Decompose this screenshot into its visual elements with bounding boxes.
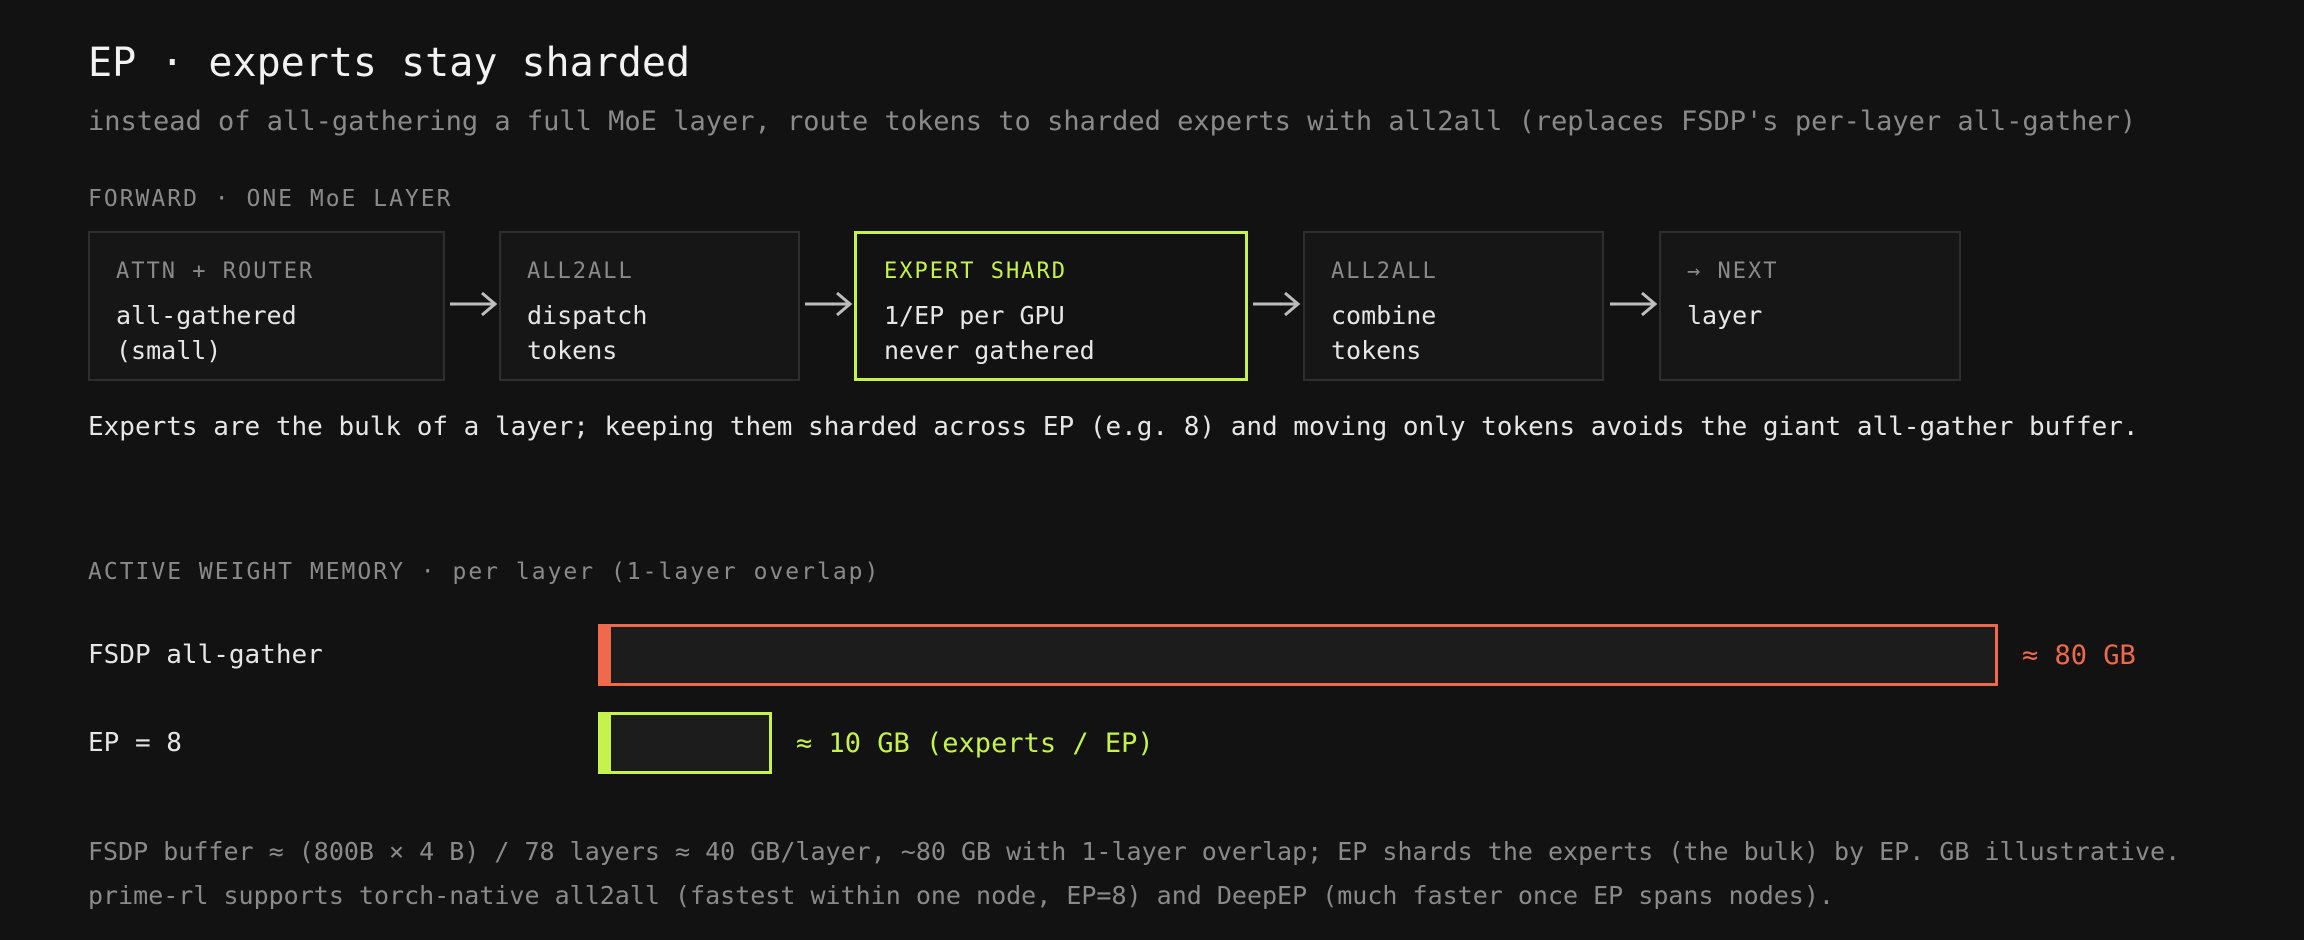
flow-step-expert-shard: EXPERT SHARD 1/EP per GPU never gathered xyxy=(854,231,1248,381)
flow-step-all2all-combine: ALL2ALL combine tokens xyxy=(1303,231,1604,381)
memory-bar-ep xyxy=(598,712,772,774)
flow-step-heading: EXPERT SHARD xyxy=(884,259,1067,284)
flow-step-attn-router: ATTN + ROUTER all-gathered (small) xyxy=(88,231,445,381)
memory-bar-stripe xyxy=(601,715,611,771)
arrow-right-icon xyxy=(1253,291,1301,317)
memory-section-label: ACTIVE WEIGHT MEMORY · per layer (1-laye… xyxy=(88,559,881,585)
memory-bar-fsdp xyxy=(598,624,1998,686)
page-subtitle: instead of all-gathering a full MoE laye… xyxy=(88,106,2137,137)
flow-step-body: 1/EP per GPU never gathered xyxy=(884,301,1095,365)
memory-value-fsdp: ≈ 80 GB xyxy=(2022,640,2136,671)
flow-step-body: all-gathered (small) xyxy=(116,301,297,365)
flow-step-body: dispatch tokens xyxy=(527,301,648,365)
footnote-line-2: prime-rl supports torch-native all2all (… xyxy=(88,881,1834,910)
memory-bar-stripe xyxy=(601,627,611,683)
flow-step-heading: ALL2ALL xyxy=(527,259,634,284)
forward-explanation: Experts are the bulk of a layer; keeping… xyxy=(88,412,2139,442)
flow-step-body: layer xyxy=(1687,301,1763,330)
flow-step-heading: → NEXT xyxy=(1687,259,1779,284)
memory-row-label: FSDP all-gather xyxy=(88,640,323,670)
flow-step-heading: ALL2ALL xyxy=(1331,259,1438,284)
arrow-right-icon xyxy=(805,291,853,317)
flow-step-heading: ATTN + ROUTER xyxy=(116,259,315,284)
arrow-right-icon xyxy=(450,291,498,317)
arrow-right-icon xyxy=(1610,291,1658,317)
page-title: EP · experts stay sharded xyxy=(88,40,691,86)
flow-step-next-layer: → NEXT layer xyxy=(1659,231,1961,381)
footnote-line-1: FSDP buffer ≈ (800B × 4 B) / 78 layers ≈… xyxy=(88,837,2181,866)
flow-step-all2all-dispatch: ALL2ALL dispatch tokens xyxy=(499,231,800,381)
memory-row-ep: EP = 8 ≈ 10 GB (experts / EP) xyxy=(88,712,2268,774)
memory-value-ep: ≈ 10 GB (experts / EP) xyxy=(796,728,1154,759)
memory-row-label: EP = 8 xyxy=(88,728,182,758)
flow-step-body: combine tokens xyxy=(1331,301,1437,365)
memory-row-fsdp: FSDP all-gather ≈ 80 GB xyxy=(88,624,2268,686)
forward-section-label: FORWARD · ONE MoE LAYER xyxy=(88,186,453,212)
